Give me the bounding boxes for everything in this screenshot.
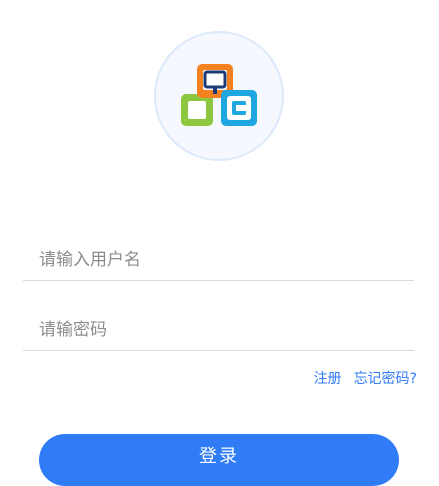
- app-logo-icon: [154, 31, 284, 161]
- login-button[interactable]: 登录: [39, 434, 399, 486]
- password-field[interactable]: [23, 310, 414, 351]
- forgot-password-link[interactable]: 忘记密码?: [354, 368, 417, 388]
- register-link[interactable]: 注册: [314, 368, 342, 388]
- auth-links: 注册 忘记密码?: [314, 368, 417, 388]
- username-field[interactable]: [23, 240, 414, 281]
- username-input[interactable]: [23, 240, 414, 280]
- password-input[interactable]: [23, 310, 414, 350]
- app-logo: [153, 30, 285, 162]
